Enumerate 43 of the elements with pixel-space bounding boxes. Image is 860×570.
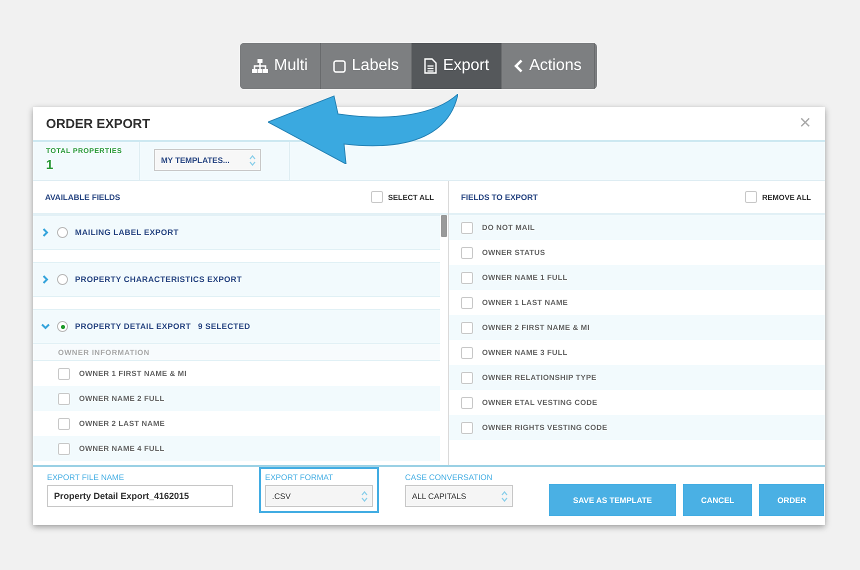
radio-button[interactable]: [57, 321, 68, 332]
checkbox[interactable]: [745, 191, 758, 203]
total-value: 1: [46, 157, 54, 172]
checkbox[interactable]: [461, 422, 473, 434]
dialog-title: ORDER EXPORT: [46, 116, 150, 131]
dropdown[interactable]: .CSV: [265, 485, 373, 507]
chevron-left-icon: [514, 59, 524, 73]
field-label: CASE CONVERSATION: [405, 473, 494, 482]
hierarchy-icon: [252, 59, 268, 73]
checkbox[interactable]: [58, 442, 70, 454]
checkbox[interactable]: [461, 322, 473, 334]
scrollbar[interactable]: [441, 215, 447, 237]
radio-button[interactable]: [57, 227, 68, 238]
up-down-icon: [361, 490, 368, 502]
file-name-input[interactable]: Property Detail Export_4162015: [47, 485, 233, 507]
checkbox[interactable]: [461, 222, 473, 234]
checkbox[interactable]: [58, 392, 70, 404]
column-heading: AVAILABLE FIELDS: [45, 192, 120, 202]
checkbox[interactable]: [461, 246, 473, 258]
export-group[interactable]: MAILING LABEL EXPORT: [33, 215, 440, 250]
square-icon: [332, 60, 346, 72]
field-label: EXPORT FORMAT: [265, 473, 334, 482]
checkbox[interactable]: [461, 372, 473, 384]
checkbox[interactable]: [58, 368, 70, 380]
checkbox[interactable]: [58, 418, 70, 430]
up-down-icon: [249, 154, 256, 166]
checkbox[interactable]: [461, 396, 473, 408]
export-group[interactable]: PROPERTY CHARACTERISTICS EXPORT: [33, 262, 440, 297]
toolbar-button[interactable]: Export: [412, 43, 502, 89]
column-heading: FIELDS TO EXPORT: [461, 192, 538, 202]
templates-dropdown[interactable]: MY TEMPLATES...: [154, 149, 261, 171]
checkbox[interactable]: [371, 191, 384, 203]
checkbox[interactable]: [461, 272, 473, 284]
checkbox[interactable]: [461, 296, 473, 308]
document-icon: [424, 58, 437, 74]
selected-count: 9 SELECTED: [198, 322, 250, 331]
radio-button[interactable]: [57, 274, 68, 285]
toolbar-button[interactable]: Multi: [240, 43, 321, 89]
up-down-icon: [501, 490, 508, 502]
checkbox[interactable]: [461, 346, 473, 358]
export-group[interactable]: PROPERTY DETAIL EXPORT 9 SELECTED: [33, 309, 440, 344]
dropdown[interactable]: ALL CAPITALS: [405, 485, 513, 507]
field-label: EXPORT FILE NAME: [47, 473, 126, 482]
